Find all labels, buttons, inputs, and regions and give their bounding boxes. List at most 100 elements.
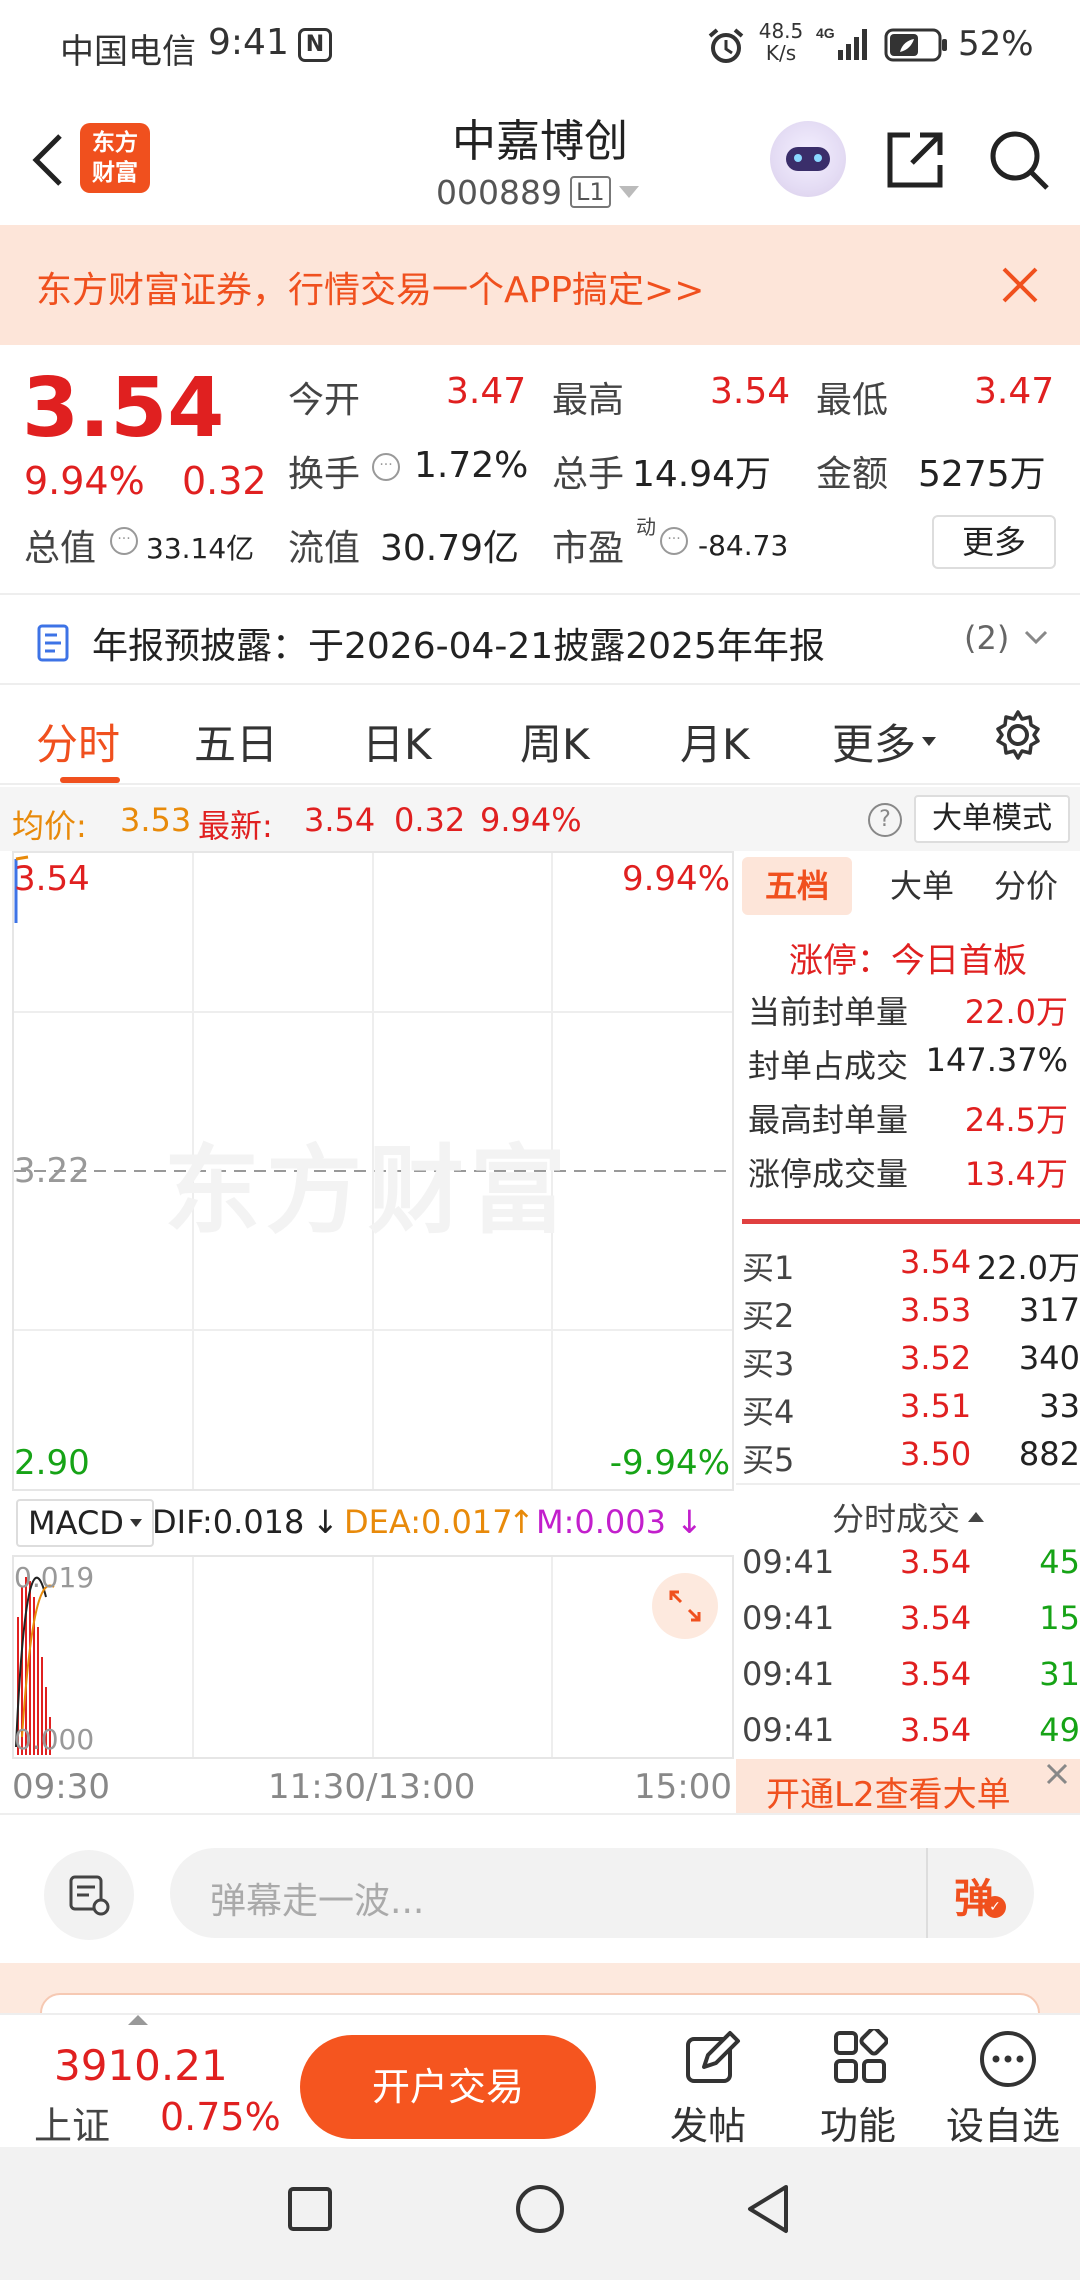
tick-price-3: 3.54 — [900, 1655, 972, 1693]
system-nav-bar — [0, 2147, 1080, 2280]
caret-down-icon — [129, 1519, 142, 1527]
arrow-up-icon: ↑ — [508, 1503, 535, 1541]
volume-label: 总手 — [552, 454, 625, 495]
tick-price-2: 3.54 — [900, 1599, 972, 1637]
open-label: 今开 — [288, 380, 361, 421]
expand-icon[interactable] — [652, 1573, 718, 1639]
ticks-header[interactable]: 分时成交 — [736, 1489, 1080, 1545]
promo-banner[interactable]: 东方财富证券，行情交易一个APP搞定>> — [0, 225, 1080, 345]
dif-label: DIF:0.018 — [152, 1503, 305, 1541]
side-tab-big-order[interactable]: 大单 — [872, 857, 972, 915]
tick-price-1: 3.54 — [900, 1543, 972, 1581]
search-icon[interactable] — [984, 125, 1054, 195]
function-button[interactable]: 功能 — [790, 2015, 930, 2149]
macd-selector[interactable]: MACD — [16, 1499, 154, 1547]
index-value: 3910.21 — [54, 2041, 228, 2090]
x-tick-open: 09:30 — [12, 1767, 110, 1807]
more-button[interactable]: 更多 — [932, 515, 1056, 569]
info-icon[interactable]: ··· — [660, 527, 688, 555]
info-icon[interactable]: ··· — [372, 453, 400, 481]
tab-weekly-k[interactable]: 周K — [520, 711, 590, 772]
mktcap-value: 33.14亿 — [146, 532, 255, 565]
l2-banner[interactable]: 开通L2查看大单 — [736, 1759, 1080, 1815]
help-icon[interactable]: ? — [868, 803, 902, 837]
seal-value-3: 24.5万 — [964, 1101, 1068, 1139]
tick-vol-2: 15 — [1039, 1599, 1080, 1637]
home-icon[interactable] — [514, 2183, 566, 2235]
back-nav-icon[interactable] — [742, 2183, 794, 2235]
avg-value: 3.53 — [120, 801, 192, 839]
alarm-icon — [706, 26, 746, 66]
y-tick-top: 3.54 — [14, 859, 90, 899]
clock: 9:41 — [208, 22, 289, 63]
notice-row[interactable]: 年报预披露：于2026-04-21披露2025年年报 (2) — [0, 593, 1080, 685]
seal-value-2: 147.37% — [925, 1041, 1068, 1079]
index-percent: 0.75% — [160, 2095, 281, 2139]
danmu-settings-icon[interactable] — [44, 1850, 134, 1940]
latest-percent: 9.94% — [480, 801, 582, 839]
seal-value-1: 22.0万 — [964, 993, 1068, 1031]
tick-vol-3: 31 — [1039, 1655, 1080, 1693]
recent-apps-icon[interactable] — [286, 2185, 334, 2233]
index-ticker[interactable]: 3910.21 上证 0.75% — [0, 2015, 281, 2149]
side-tab-five-level[interactable]: 五档 — [742, 857, 852, 915]
mktcap-label: 总值 — [24, 528, 97, 569]
nfc-icon: N — [298, 28, 332, 62]
gear-icon[interactable] — [990, 707, 1046, 763]
bid-label-4: 买4 — [742, 1393, 795, 1431]
stock-code-selector[interactable]: 000889 L1 — [436, 170, 639, 214]
trade-button[interactable]: 开户交易 — [300, 2035, 596, 2139]
change-amount: 0.32 — [182, 459, 267, 503]
y-tick-mid: 3.22 — [14, 1151, 90, 1191]
volume-value: 14.94万 — [632, 454, 772, 495]
notice-text: 年报预披露：于2026-04-21披露2025年年报 — [92, 626, 825, 667]
seal-label-2: 封单占成交 — [748, 1047, 909, 1085]
pe-label: 市盈 — [552, 528, 625, 569]
x-axis: 09:30 11:30/13:00 15:00 — [12, 1759, 734, 1813]
signal-icon: 4G — [816, 24, 872, 64]
y-tick-right-top: 9.94% — [621, 859, 730, 899]
close-icon[interactable] — [992, 257, 1048, 313]
info-icon[interactable]: ··· — [110, 527, 138, 555]
latest-value: 3.54 — [304, 801, 376, 839]
tick-vol-4: 49 — [1039, 1711, 1080, 1749]
tab-more[interactable]: 更多 — [832, 711, 937, 772]
grid-icon — [832, 2029, 888, 2085]
bid-label-2: 买2 — [742, 1297, 795, 1335]
stock-code: 000889 — [436, 172, 562, 212]
status-bar: 中国电信 9:41 N 48.5 K/s 4G 52% — [0, 0, 1080, 95]
chevron-down-icon — [1024, 627, 1048, 647]
big-order-mode-button[interactable]: 大单模式 — [914, 795, 1070, 843]
pe-superscript: 动 — [636, 515, 656, 539]
macd-selector-label: MACD — [28, 1504, 124, 1542]
robot-avatar[interactable] — [770, 121, 846, 197]
tab-monthly-k[interactable]: 月K — [680, 711, 750, 772]
chart-tabs: 分时 五日 日K 周K 月K 更多 — [0, 685, 1080, 785]
bid-vol-1: 22.0万 — [976, 1249, 1080, 1287]
side-tab-price[interactable]: 分价 — [976, 857, 1076, 915]
net-speed-unit: K/s — [765, 41, 797, 65]
index-name: 上证 — [34, 2104, 111, 2148]
close-icon[interactable] — [1042, 1759, 1072, 1789]
share-icon[interactable] — [880, 125, 950, 195]
danmu-send-button[interactable]: 弹 ✓ — [950, 1862, 1010, 1922]
y-tick-bottom: 2.90 — [14, 1443, 90, 1483]
danmu-input[interactable]: 弹幕走一波... 弹 ✓ — [170, 1848, 1034, 1938]
bottom-bar: 3910.21 上证 0.75% 开户交易 发帖 功能 设自选 — [0, 2013, 1080, 2149]
macd-chart[interactable]: 0.019 0.000 — [12, 1555, 734, 1759]
more-dots-icon — [978, 2029, 1038, 2089]
divider — [736, 1483, 1080, 1485]
current-price: 3.54 — [22, 361, 225, 456]
tick-time-2: 09:41 — [742, 1599, 835, 1637]
watchlist-button[interactable]: 设自选 — [940, 2015, 1080, 2149]
tick-price-4: 3.54 — [900, 1711, 972, 1749]
promo-text: 东方财富证券，行情交易一个APP搞定>> — [36, 270, 705, 311]
post-button[interactable]: 发帖 — [640, 2015, 780, 2149]
tab-daily-k[interactable]: 日K — [362, 711, 432, 772]
check-badge-icon: ✓ — [984, 1896, 1006, 1918]
side-panel: 五档 大单 分价 涨停：今日首板 当前封单量 22.0万 封单占成交 147.3… — [736, 851, 1080, 1815]
tab-intraday[interactable]: 分时 — [36, 711, 120, 772]
intraday-chart[interactable]: 东方财富 3.54 3.22 2.90 9.94% -9.94% — [12, 851, 734, 1491]
quote-panel: 3.54 9.94% 0.32 今开 3.47 最高 3.54 最低 3.47 … — [0, 345, 1080, 593]
tab-five-day[interactable]: 五日 — [194, 711, 278, 772]
